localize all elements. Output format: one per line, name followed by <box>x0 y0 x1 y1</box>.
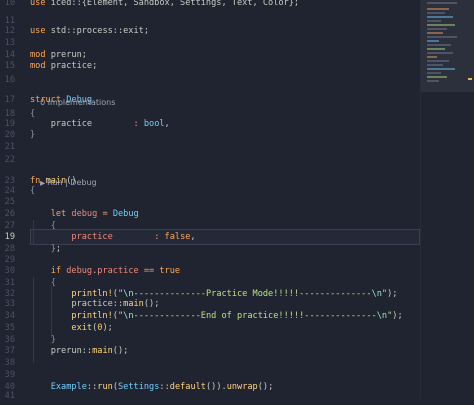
line-number: 41 <box>4 391 15 401</box>
minimap-line <box>427 40 439 42</box>
code-editor[interactable]: 10 use iced::{Element, Sandbox, Settings,… <box>0 0 420 401</box>
codelens-debug-link[interactable]: Debug <box>70 178 96 187</box>
minimap-line <box>427 52 453 54</box>
codelens-implementations[interactable]: 0 implementations <box>30 82 115 107</box>
codelens-run-debug: ▶ Run | Debug <box>30 162 96 187</box>
line-number: 10 <box>4 0 15 8</box>
minimap-line <box>427 56 437 58</box>
minimap-line <box>427 60 449 62</box>
code-token: iced::{Element, Sandbox, Settings, Text,… <box>50 0 300 8</box>
code-line[interactable]: 41 <box>0 387 420 405</box>
code-text: use iced::{Element, Sandbox, Settings, T… <box>30 0 299 12</box>
minimap-line <box>427 64 443 66</box>
minimap-line <box>427 12 445 14</box>
scrollbar[interactable] <box>466 0 474 399</box>
code-token: mod <box>30 61 51 71</box>
minimap-line <box>427 44 451 46</box>
minimap-line <box>427 8 449 10</box>
minimap-line <box>427 36 457 38</box>
scrollbar-cursor-marker <box>468 78 472 80</box>
code-token: use <box>30 0 51 8</box>
minimap-line <box>427 68 455 70</box>
code-token: practice; <box>50 61 98 71</box>
line-number: 22 <box>4 155 15 165</box>
minimap-line <box>427 28 447 30</box>
minimap-line <box>427 80 439 82</box>
codelens-run-link[interactable]: Run <box>47 178 62 187</box>
minimap-line <box>427 20 441 22</box>
minimap-line <box>427 72 441 74</box>
run-triangle-icon[interactable]: ▶ <box>40 179 45 187</box>
minimap-line <box>427 16 453 18</box>
line-number: 16 <box>4 75 15 85</box>
code-line[interactable]: 10 use iced::{Element, Sandbox, Settings,… <box>0 0 420 12</box>
minimap-line <box>427 24 455 26</box>
minimap-line <box>427 48 445 50</box>
minimap-line <box>427 76 447 78</box>
minimap-line <box>427 2 457 4</box>
codelens-implementations-label[interactable]: 0 implementations <box>40 98 115 107</box>
minimap-line <box>427 32 443 34</box>
